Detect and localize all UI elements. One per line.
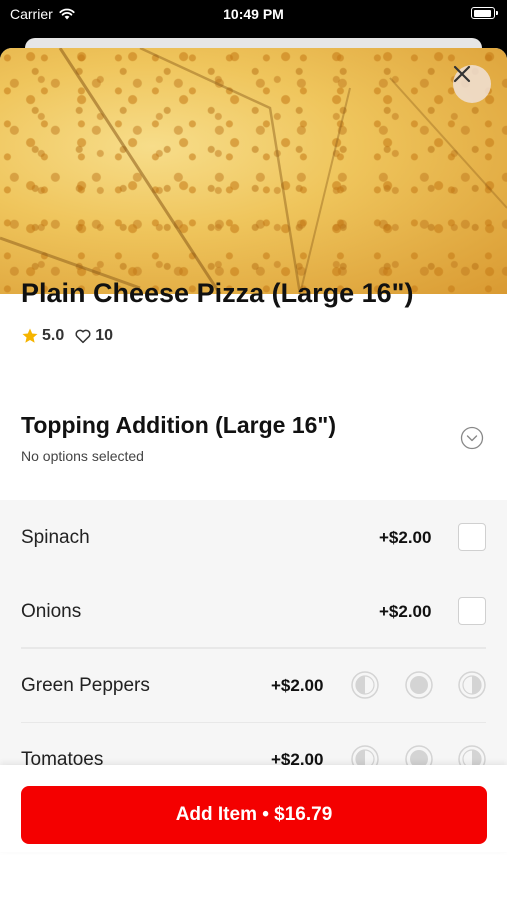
option-price: +$2.00	[379, 602, 432, 621]
whole-icon[interactable]	[405, 671, 433, 699]
topping-section-header[interactable]: Topping Addition (Large 16") No options …	[0, 390, 507, 500]
option-price: +$2.00	[379, 528, 432, 547]
pizza-slice-cuts	[0, 48, 507, 294]
item-stats: 5.0 10	[21, 327, 123, 345]
option-name: Onions	[21, 601, 82, 622]
add-item-button[interactable]: Add Item • $16.79	[21, 786, 487, 844]
section-subtitle: No options selected	[21, 448, 144, 464]
divider	[21, 722, 486, 723]
list-item[interactable]: Green Peppers +$2.00	[0, 648, 507, 722]
star-icon	[22, 328, 38, 343]
option-price: +$2.00	[271, 676, 324, 695]
option-name: Green Peppers	[21, 675, 150, 696]
footer-bar: Add Item • $16.79	[0, 765, 507, 852]
item-title: Plain Cheese Pizza (Large 16")	[21, 278, 414, 308]
option-name: Spinach	[21, 527, 90, 548]
battery-icon	[471, 7, 498, 19]
likes-count: 10	[95, 327, 114, 344]
heart-icon	[75, 329, 91, 344]
close-icon	[453, 65, 471, 83]
likes[interactable]: 10	[74, 327, 113, 345]
left-half-icon[interactable]	[351, 671, 379, 699]
list-item[interactable]: Spinach +$2.00	[0, 500, 507, 574]
topping-options: Spinach +$2.00 Onions +$2.00 Green Peppe…	[0, 500, 507, 800]
option-checkbox[interactable]	[458, 597, 486, 625]
option-checkbox[interactable]	[458, 523, 486, 551]
rating: 5.0	[21, 327, 64, 345]
chevron-down-icon[interactable]	[460, 426, 484, 450]
section-title: Topping Addition (Large 16")	[21, 412, 336, 438]
list-item[interactable]: Onions +$2.00	[0, 574, 507, 648]
close-button[interactable]	[453, 65, 491, 103]
rating-value: 5.0	[42, 327, 65, 344]
status-bar: Carrier 10:49 PM	[0, 0, 507, 30]
right-half-icon[interactable]	[458, 671, 486, 699]
clock: 10:49 PM	[223, 6, 284, 22]
pizza-photo	[0, 48, 507, 294]
divider	[21, 648, 486, 649]
